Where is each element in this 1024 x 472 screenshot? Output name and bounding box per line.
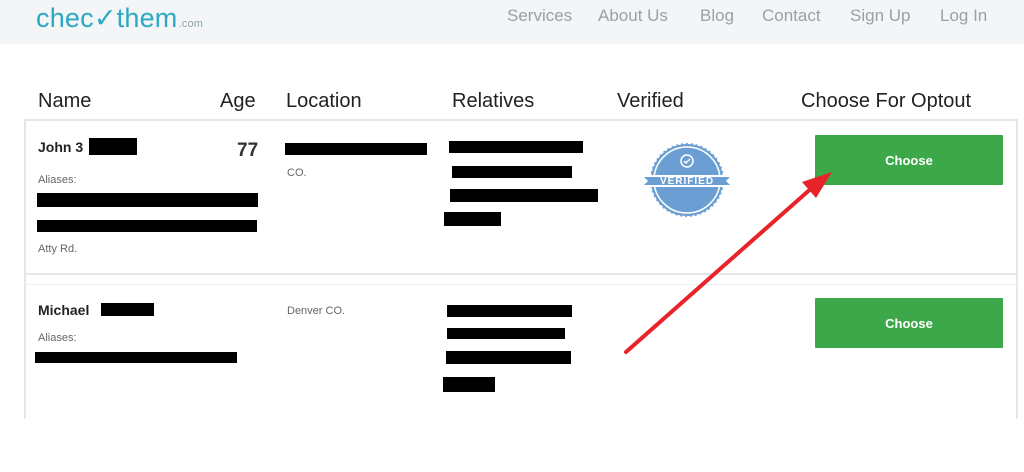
redaction-bar [452, 166, 572, 178]
nav-log-in[interactable]: Log In [940, 6, 987, 26]
redaction-bar [37, 220, 257, 232]
column-header-choose-for-optout: Choose For Optout [801, 90, 972, 112]
location-text: CO. [287, 167, 307, 179]
redaction-bar [101, 303, 154, 316]
redaction-bar [89, 138, 137, 155]
checkmark-logo-icon: ✓ [93, 3, 117, 33]
logo-suffix: .com [178, 18, 204, 30]
top-navigation-bar: chec✓them.com Services About Us Blog Con… [0, 0, 1024, 44]
nav-about-us[interactable]: About Us [598, 6, 668, 26]
person-name: Michael [38, 302, 90, 318]
redaction-bar [35, 352, 237, 363]
nav-blog[interactable]: Blog [700, 6, 734, 26]
redaction-bar [447, 328, 565, 339]
verified-seal-icon: VERIFIED [640, 142, 734, 218]
redaction-bar [443, 377, 495, 392]
redaction-bar [444, 212, 501, 226]
redaction-bar [37, 193, 258, 207]
column-header-name: Name [38, 90, 92, 112]
person-name: John 3 [38, 139, 84, 155]
person-age: 77 [237, 140, 259, 161]
aliases-label: Aliases: [38, 174, 77, 186]
logo-text-start: chec [36, 3, 94, 33]
redaction-bar [447, 305, 572, 317]
nav-services[interactable]: Services [507, 6, 572, 26]
choose-button[interactable]: Choose [815, 298, 1003, 348]
row-divider [24, 273, 1018, 285]
column-header-relatives: Relatives [452, 90, 535, 112]
redaction-bar [449, 141, 583, 153]
address-text: Atty Rd. [38, 243, 78, 255]
verified-seal-text: VERIFIED [660, 176, 714, 187]
redaction-bar [450, 189, 598, 202]
nav-contact[interactable]: Contact [762, 6, 821, 26]
choose-button[interactable]: Choose [815, 135, 1003, 185]
location-text: Denver CO. [287, 305, 346, 317]
column-header-verified: Verified [617, 90, 684, 112]
nav-sign-up[interactable]: Sign Up [850, 6, 910, 26]
logo-text-end: them [116, 3, 178, 33]
aliases-label: Aliases: [38, 332, 77, 344]
column-header-location: Location [286, 90, 362, 112]
redaction-bar [285, 143, 427, 155]
redaction-bar [446, 351, 571, 364]
column-header-age: Age [220, 90, 256, 112]
site-logo[interactable]: chec✓them.com [36, 3, 203, 34]
